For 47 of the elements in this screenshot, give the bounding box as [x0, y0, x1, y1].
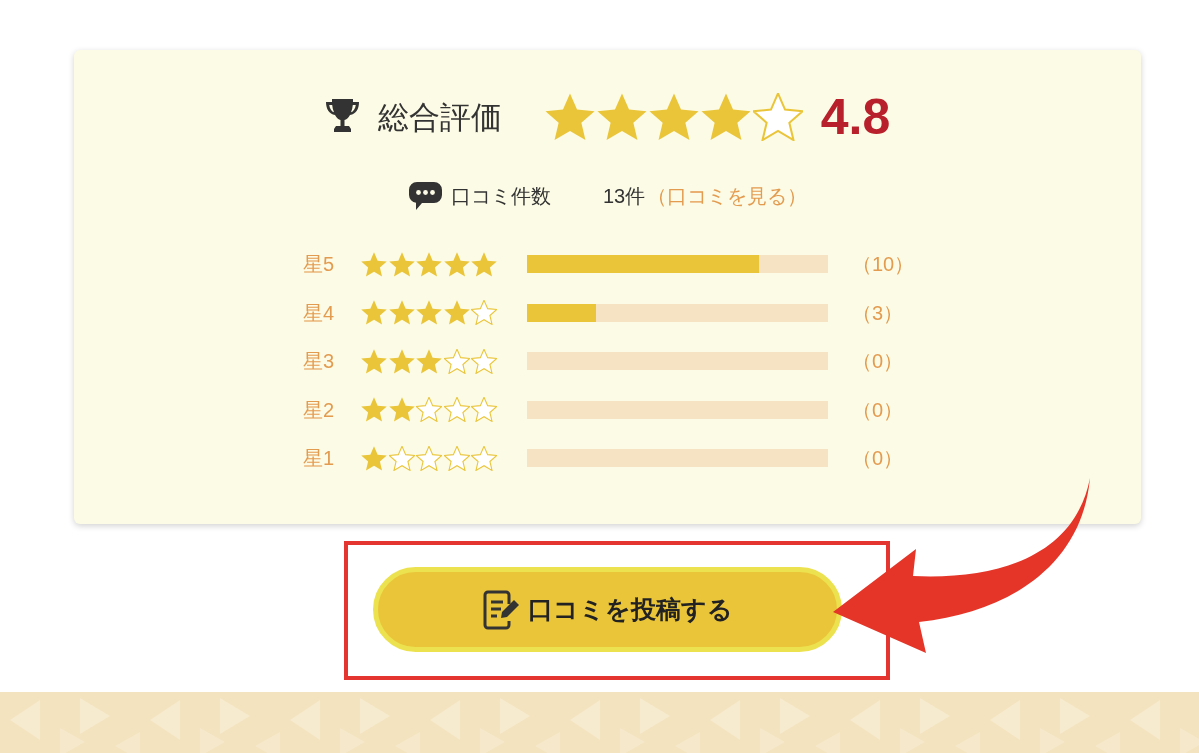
- star-level-label: 星2: [303, 399, 336, 420]
- star-icon: [361, 445, 387, 471]
- star-icon: [361, 348, 387, 374]
- star-level-label: 星1: [303, 448, 336, 469]
- review-count-label: 口コミ件数: [450, 186, 551, 206]
- star-outline-icon: [471, 397, 497, 423]
- review-count: 13件: [602, 186, 646, 206]
- star-icon: [443, 251, 470, 277]
- star-icon: [361, 251, 387, 277]
- star-outline-icon: [388, 445, 415, 471]
- star-icon: [700, 93, 751, 141]
- star-level-label: 星3: [303, 351, 336, 372]
- star-icon: [443, 300, 470, 326]
- overall-rating-label: 総合評価: [377, 101, 502, 133]
- review-count: （10）: [852, 254, 912, 275]
- star-icon: [471, 251, 497, 277]
- star-icon: [416, 300, 442, 326]
- star-outline-icon: [471, 348, 497, 374]
- star-level-label: 星4: [303, 302, 336, 323]
- star-level-label: 星5: [303, 254, 336, 275]
- rating-score: 4.8: [820, 92, 891, 142]
- review-count: （0）: [852, 351, 905, 372]
- post-review-button[interactable]: 口コミを投稿する: [373, 567, 842, 652]
- star-icon: [388, 300, 415, 326]
- review-count: （3）: [852, 302, 905, 323]
- star-outline-icon: [416, 397, 442, 423]
- star-icon: [416, 348, 442, 374]
- star-outline-icon: [471, 300, 497, 326]
- star-icon: [596, 93, 647, 141]
- review-count: （0）: [852, 448, 905, 469]
- star-icon: [416, 251, 442, 277]
- star-icon: [388, 348, 415, 374]
- chat-bubble-icon: [407, 181, 443, 211]
- star-outline-icon: [443, 348, 470, 374]
- review-count: （0）: [852, 399, 905, 420]
- star-outline-icon: [752, 93, 803, 141]
- star-icon: [648, 93, 699, 141]
- star-icon: [544, 93, 595, 141]
- star-icon: [361, 397, 387, 423]
- document-pencil-icon: [482, 589, 520, 630]
- star-icon: [388, 251, 415, 277]
- star-icon: [388, 397, 415, 423]
- star-outline-icon: [471, 445, 497, 471]
- star-outline-icon: [443, 397, 470, 423]
- star-outline-icon: [416, 445, 442, 471]
- star-outline-icon: [443, 445, 470, 471]
- star-icon: [361, 300, 387, 326]
